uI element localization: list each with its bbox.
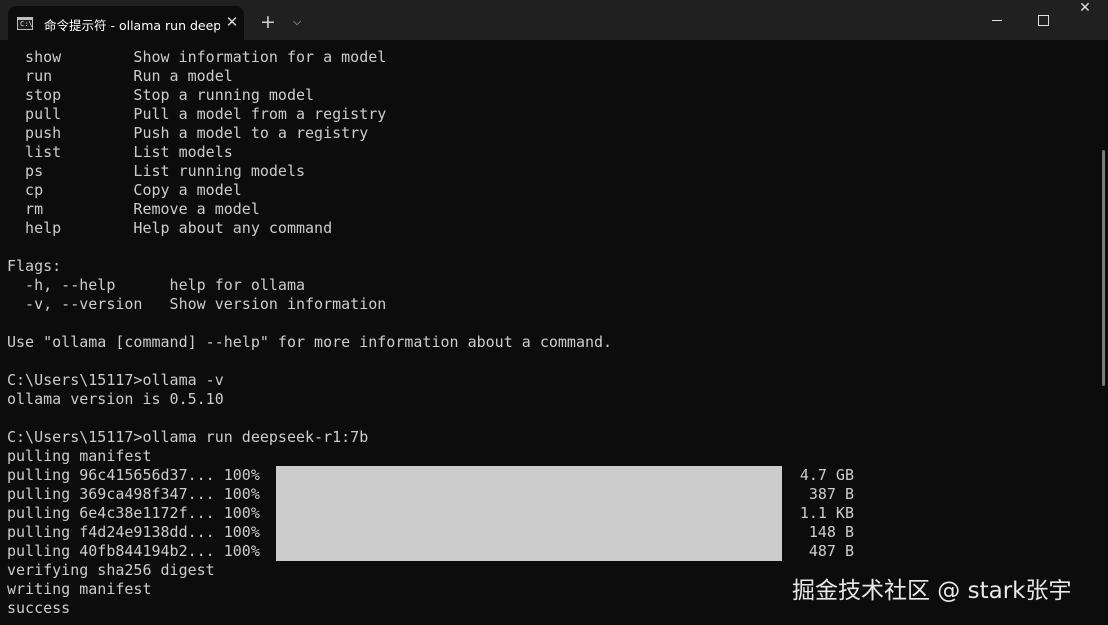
- command-prompt-window: C:\ 命令提示符 - ollama run deep ✕ + ⌵ ✕ show…: [0, 0, 1108, 625]
- close-window-button[interactable]: ✕: [1062, 0, 1108, 40]
- progress-bar: [276, 523, 782, 542]
- layer-pull-line: pulling 40fb844194b2... 100%: [7, 542, 260, 560]
- command-row-cp: cp Copy a model: [7, 181, 242, 199]
- layer-size: 1.1 KB: [799, 504, 854, 522]
- prompt-line: C:\Users\15117>ollama -v: [7, 371, 224, 389]
- progress-bar: [276, 466, 782, 485]
- prompt-line: C:\Users\15117>ollama run deepseek-r1:7b: [7, 428, 369, 446]
- flag-row: -h, --help help for ollama: [7, 276, 306, 294]
- command-row-show: show Show information for a model: [7, 48, 387, 66]
- command-row-ps: ps List running models: [7, 162, 306, 180]
- layer-size: 487 B: [808, 542, 854, 560]
- progress-bar: [276, 485, 782, 504]
- command-row-pull: pull Pull a model from a registry: [7, 105, 387, 123]
- layer-pull-line: pulling f4d24e9138dd... 100%: [7, 523, 260, 541]
- terminal-output[interactable]: show Show information for a model run Ru…: [0, 40, 1100, 625]
- progress-bar: [276, 542, 782, 561]
- command-row-push: push Push a model to a registry: [7, 124, 369, 142]
- command-row-rm: rm Remove a model: [7, 200, 260, 218]
- flag-row: -v, --version Show version information: [7, 295, 387, 313]
- layer-pull-line: pulling 96c415656d37... 100%: [7, 466, 260, 484]
- minimize-button[interactable]: [974, 0, 1020, 40]
- layer-pull-line: pulling 369ca498f347... 100%: [7, 485, 260, 503]
- status-line: success: [7, 599, 71, 617]
- status-line: writing manifest: [7, 580, 152, 598]
- tab-command-prompt[interactable]: C:\ 命令提示符 - ollama run deep ✕: [8, 6, 244, 40]
- version-output: ollama version is 0.5.10: [7, 390, 224, 408]
- maximize-icon: [1038, 15, 1049, 26]
- cmd-icon: C:\: [17, 17, 33, 30]
- command-row-list: list List models: [7, 143, 233, 161]
- layer-size: 148 B: [808, 523, 854, 541]
- flags-header: Flags:: [7, 257, 62, 275]
- minimize-icon: [992, 20, 1002, 21]
- layer-size: 4.7 GB: [799, 466, 854, 484]
- tab-title: 命令提示符 - ollama run deep: [44, 18, 220, 33]
- command-row-run: run Run a model: [7, 67, 233, 85]
- layer-size: 387 B: [808, 485, 854, 503]
- command-row-stop: stop Stop a running model: [7, 86, 315, 104]
- status-line: verifying sha256 digest: [7, 561, 215, 579]
- tab-dropdown-button[interactable]: ⌵: [286, 10, 308, 34]
- tab-close-button[interactable]: ✕: [224, 12, 240, 32]
- maximize-button[interactable]: [1020, 0, 1066, 40]
- title-bar[interactable]: C:\ 命令提示符 - ollama run deep ✕ + ⌵ ✕: [0, 0, 1108, 40]
- status-line: pulling manifest: [7, 447, 152, 465]
- scrollbar-thumb[interactable]: [1102, 150, 1105, 386]
- progress-bar: [276, 504, 782, 523]
- usage-hint: Use "ollama [command] --help" for more i…: [7, 333, 613, 351]
- command-row-help: help Help about any command: [7, 219, 333, 237]
- new-tab-button[interactable]: +: [256, 10, 280, 34]
- layer-pull-line: pulling 6e4c38e1172f... 100%: [7, 504, 260, 522]
- watermark: 掘金技术社区 @ stark张宇: [792, 578, 1072, 604]
